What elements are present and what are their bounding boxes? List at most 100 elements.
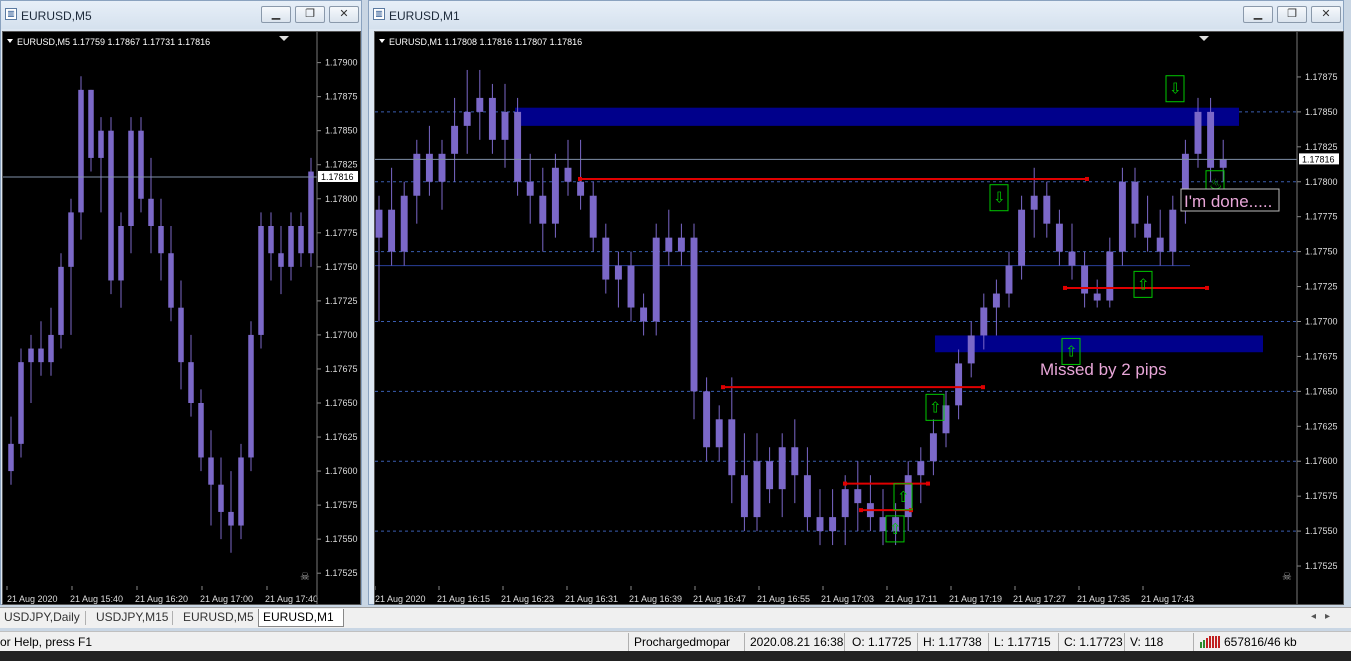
candle-body <box>178 307 184 363</box>
buy-arrow-icon[interactable]: ⇧ <box>1137 276 1150 293</box>
chart-window-eurusd-m5: ▥ EURUSD,M5 ▁ ❐ ✕ EURUSD,M5 1.17759 1.17… <box>0 0 362 605</box>
current-price-label: 1.17816 <box>321 172 354 182</box>
status-separator <box>628 633 629 651</box>
candle-body <box>18 362 24 444</box>
restore-button[interactable]: ❐ <box>1277 6 1307 23</box>
y-tick-label: 1.17725 <box>1305 282 1338 292</box>
status-profile[interactable]: Prochargedmopar <box>634 634 730 650</box>
buy-arrow-icon[interactable]: ⇧ <box>897 489 910 506</box>
buy-arrow-icon[interactable]: ⇧ <box>929 399 942 416</box>
x-tick-label: 21 Aug 16:39 <box>629 594 682 604</box>
tab-usdjpy-m15[interactable]: USDJPY,M15 <box>92 609 172 626</box>
candle-body <box>1144 223 1152 238</box>
x-tick-label: 21 Aug 16:15 <box>437 594 490 604</box>
status-close: C: 1.17723 <box>1064 635 1123 649</box>
title-bar[interactable]: ▥ EURUSD,M1 ▁ ❐ ✕ <box>369 1 1343 29</box>
connection-bars-icon[interactable] <box>1200 636 1222 648</box>
shift-marker-icon[interactable] <box>279 36 289 41</box>
x-tick-label: 21 Aug 16:47 <box>693 594 746 604</box>
chart-area-m5[interactable]: EURUSD,M5 1.17759 1.17867 1.17731 1.1781… <box>2 31 361 605</box>
candle-body <box>198 403 204 458</box>
candle-body <box>728 419 736 476</box>
annotation-missed[interactable]: Missed by 2 pips <box>1040 360 1167 379</box>
status-separator <box>1124 633 1125 651</box>
sell-arrow-icon[interactable]: ⇩ <box>993 190 1006 207</box>
y-tick-label: 1.17825 <box>1305 142 1338 152</box>
candle-body <box>58 266 64 335</box>
candlestick-chart-m1: EURUSD,M1 1.17808 1.17816 1.17807 1.1781… <box>375 32 1339 604</box>
candle-body <box>589 195 597 238</box>
candle-body <box>1156 237 1164 252</box>
robot-icon: ☠ <box>300 571 310 583</box>
candle-body <box>829 517 837 532</box>
y-tick-label: 1.17600 <box>325 466 358 476</box>
restore-button[interactable]: ❐ <box>295 6 325 23</box>
candle-body <box>1219 159 1227 168</box>
y-tick-label: 1.17625 <box>1305 421 1338 431</box>
tab-eurusd-m1[interactable]: EURUSD,M1 <box>258 609 344 627</box>
candle-body <box>1106 251 1114 301</box>
candle-body <box>463 111 471 126</box>
tab-usdjpy-daily[interactable]: USDJPY,Daily <box>0 609 84 626</box>
scroll-right-icon[interactable]: ▸ <box>1325 611 1330 622</box>
candle-body <box>308 171 314 254</box>
candle-body <box>652 237 660 322</box>
y-tick-label: 1.17750 <box>325 262 358 272</box>
candle-body <box>118 226 124 281</box>
y-tick-label: 1.17625 <box>325 432 358 442</box>
scroll-left-icon[interactable]: ◂ <box>1311 611 1316 622</box>
current-price-label: 1.17816 <box>1302 154 1335 164</box>
status-open: O: 1.17725 <box>852 635 912 649</box>
sell-arrow-icon[interactable]: ⇩ <box>1169 81 1182 98</box>
candle-body <box>298 226 304 254</box>
close-button[interactable]: ✕ <box>1311 6 1341 23</box>
annotation-done[interactable]: I'm done..... <box>1184 192 1272 211</box>
x-tick-label: 21 Aug 16:31 <box>565 594 618 604</box>
candle-body <box>1005 265 1013 294</box>
candle-body <box>451 125 459 154</box>
y-tick-label: 1.17525 <box>325 568 358 578</box>
candle-body <box>258 226 264 335</box>
tab-eurusd-m5[interactable]: EURUSD,M5 <box>179 609 258 626</box>
candle-body <box>158 226 164 254</box>
collapse-arrow-icon[interactable] <box>7 39 13 43</box>
status-high: H: 1.17738 <box>923 635 982 649</box>
close-button[interactable]: ✕ <box>329 6 359 23</box>
window-title: EURUSD,M1 <box>389 9 460 23</box>
x-tick-label: 21 Aug 17:03 <box>821 594 874 604</box>
candle-body <box>614 265 622 280</box>
candle-body <box>564 167 572 182</box>
minimize-button[interactable]: ▁ <box>1243 6 1273 23</box>
buy-arrow-icon[interactable]: ⇧ <box>889 521 902 538</box>
candle-body <box>1068 251 1076 266</box>
status-traffic: 657816/46 kb <box>1224 635 1297 649</box>
chart-area-m1[interactable]: EURUSD,M1 1.17808 1.17816 1.17807 1.1781… <box>374 31 1344 605</box>
buy-arrow-icon[interactable]: ⇧ <box>1065 343 1078 360</box>
candle-body <box>778 447 786 490</box>
status-separator <box>988 633 989 651</box>
shift-marker-icon[interactable] <box>1199 36 1209 41</box>
candle-body <box>1169 209 1177 252</box>
y-tick-label: 1.17825 <box>325 160 358 170</box>
collapse-arrow-icon[interactable] <box>379 39 385 43</box>
candle-body <box>288 226 294 267</box>
candle-body <box>68 212 74 267</box>
minimize-button[interactable]: ▁ <box>261 6 291 23</box>
trade-level-point <box>926 481 930 486</box>
y-tick-label: 1.17800 <box>1305 177 1338 187</box>
candle-body <box>268 226 274 254</box>
title-bar[interactable]: ▥ EURUSD,M5 ▁ ❐ ✕ <box>1 1 361 29</box>
resistance-zone[interactable] <box>515 107 1239 126</box>
candle-body <box>816 517 824 532</box>
y-tick-label: 1.17600 <box>1305 456 1338 466</box>
candle-body <box>375 209 383 238</box>
y-tick-label: 1.17550 <box>1305 526 1338 536</box>
y-tick-label: 1.17650 <box>1305 386 1338 396</box>
candle-body <box>88 89 94 158</box>
status-separator <box>1193 633 1194 651</box>
y-tick-label: 1.17850 <box>325 126 358 136</box>
candle-body <box>48 334 54 363</box>
y-tick-label: 1.17575 <box>325 500 358 510</box>
x-tick-label: 21 Aug 17:11 <box>885 594 937 604</box>
trade-level-point <box>578 176 582 181</box>
